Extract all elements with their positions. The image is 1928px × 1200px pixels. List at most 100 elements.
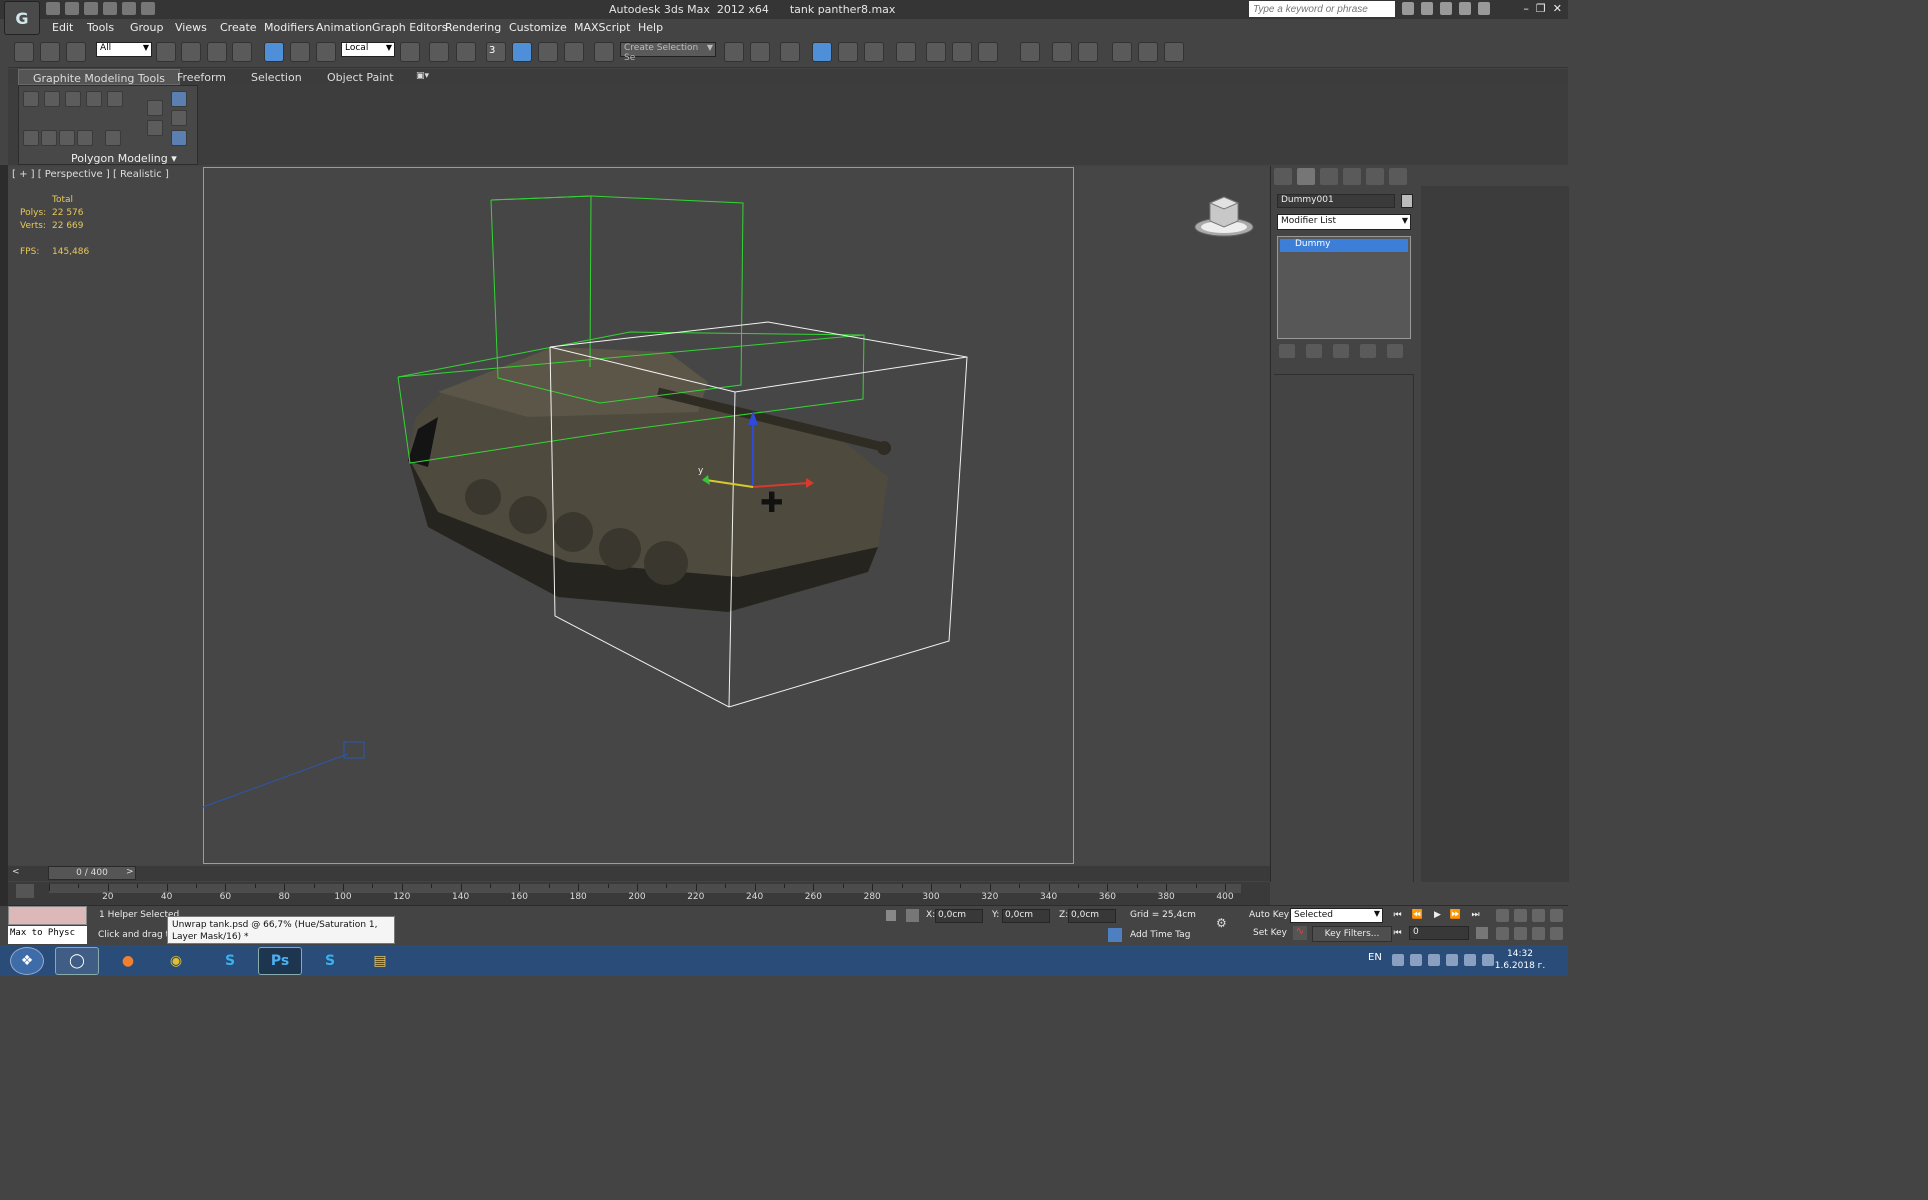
tray-expand-icon[interactable]	[1392, 954, 1404, 966]
field-of-view-icon[interactable]	[1496, 927, 1509, 940]
percent-snap-icon[interactable]	[538, 42, 558, 62]
bind-to-space-warp-icon[interactable]	[66, 42, 86, 62]
extra-tool-1-icon[interactable]	[1020, 42, 1040, 62]
align-icon[interactable]	[750, 42, 770, 62]
maxscript-listener-input[interactable]	[8, 906, 87, 925]
spinner-snap-icon[interactable]	[564, 42, 584, 62]
favorites-star-icon[interactable]	[1459, 2, 1471, 15]
tab-freeform[interactable]: Freeform	[163, 69, 240, 85]
menu-animation[interactable]: Animation	[316, 21, 372, 34]
select-and-move-icon[interactable]	[264, 42, 284, 62]
menu-customize[interactable]: Customize	[509, 21, 567, 34]
x-coord-input[interactable]: 0,0cm	[935, 909, 983, 923]
key-mode-toggle-icon[interactable]: ⏮	[1390, 927, 1405, 940]
preserve-uvs-icon[interactable]	[105, 130, 121, 146]
key-mode-dropdown[interactable]: Selected ▼	[1290, 908, 1383, 923]
menu-create[interactable]: Create	[220, 21, 257, 34]
firefox-taskbar-icon[interactable]: ●	[106, 947, 150, 975]
tab-selection[interactable]: Selection	[237, 69, 316, 85]
modify-tab-icon[interactable]	[1297, 168, 1315, 185]
unlink-selection-icon[interactable]	[40, 42, 60, 62]
schematic-view-icon[interactable]	[864, 42, 884, 62]
pin-stack-icon[interactable]	[1279, 344, 1295, 358]
border-mode-icon[interactable]	[65, 91, 81, 107]
select-object-icon[interactable]	[156, 42, 176, 62]
maximize-viewport-icon[interactable]	[1550, 927, 1563, 940]
zoom-all-icon[interactable]	[1514, 909, 1527, 922]
open-file-icon[interactable]	[65, 2, 79, 15]
set-key-button[interactable]: Set Key	[1253, 928, 1287, 938]
select-and-manipulate-icon[interactable]	[429, 42, 449, 62]
selection-lock-icon[interactable]	[886, 910, 896, 921]
mirror-icon[interactable]	[724, 42, 744, 62]
named-selection-dropdown[interactable]: Create Selection Se ▼	[620, 42, 716, 63]
element-mode-icon[interactable]	[107, 91, 123, 107]
zoom-extents-icon[interactable]	[1532, 909, 1545, 922]
menu-graph-editors[interactable]: Graph Editors	[372, 21, 448, 34]
explorer-taskbar-icon[interactable]: ▤	[358, 947, 402, 975]
time-next-button[interactable]: >	[126, 867, 134, 877]
selection-filter-dropdown[interactable]: All ▼	[96, 42, 152, 57]
window-crossing-icon[interactable]	[232, 42, 252, 62]
ribbon-extra-3-icon[interactable]	[171, 91, 187, 107]
make-unique-icon[interactable]	[1333, 344, 1349, 358]
menu-modifiers[interactable]: Modifiers	[264, 21, 314, 34]
menu-tools[interactable]: Tools	[87, 21, 114, 34]
extra-tool-6-icon[interactable]	[1164, 42, 1184, 62]
go-to-end-icon[interactable]: ⏭	[1468, 909, 1483, 922]
select-by-name-icon[interactable]	[181, 42, 201, 62]
perspective-viewport[interactable]: [ + ] [ Perspective ] [ Realistic ] Tota…	[8, 167, 1269, 865]
rectangular-selection-icon[interactable]	[207, 42, 227, 62]
3dsmax-taskbar-icon[interactable]: ◯	[55, 947, 99, 975]
render-setup-icon[interactable]	[926, 42, 946, 62]
ribbon-options-icon[interactable]: ▣▾	[416, 71, 429, 81]
menu-help[interactable]: Help	[638, 21, 663, 34]
windows-start-icon[interactable]: ❖	[10, 947, 44, 975]
subscription-icon[interactable]	[1421, 2, 1433, 15]
previous-frame-icon[interactable]: ⏪	[1410, 909, 1425, 922]
zoom-extents-all-icon[interactable]	[1550, 909, 1563, 922]
collapse-stack-icon[interactable]	[77, 130, 93, 146]
time-configuration-icon[interactable]	[1476, 927, 1488, 939]
show-end-result-icon[interactable]	[1306, 344, 1322, 358]
current-frame-input[interactable]: 0	[1409, 926, 1469, 940]
track-bar[interactable]: 20 40 60 80 100 120 140 160 180 200 220 240 260 280 30…	[8, 882, 1270, 905]
keyword-search-input[interactable]	[1249, 1, 1395, 17]
project-folder-icon[interactable]	[141, 2, 155, 15]
input-language-indicator[interactable]: EN	[1368, 952, 1382, 963]
z-coord-input[interactable]: 0,0cm	[1068, 909, 1116, 923]
time-slider[interactable]: < 0 / 400 >	[8, 866, 1270, 881]
undo-icon[interactable]	[103, 2, 117, 15]
maxscript-output[interactable]: Max to Physc	[8, 926, 87, 944]
key-filters-button[interactable]: Key Filters...	[1312, 926, 1392, 942]
hierarchy-tab-icon[interactable]	[1320, 168, 1338, 185]
menu-rendering[interactable]: Rendering	[445, 21, 501, 34]
graphite-ribbon-toggle-icon[interactable]	[812, 42, 832, 62]
render-production-icon[interactable]	[978, 42, 998, 62]
orbit-icon[interactable]	[1532, 927, 1545, 940]
angle-snap-icon[interactable]	[512, 42, 532, 62]
extra-tool-5-icon[interactable]	[1138, 42, 1158, 62]
ribbon-extra-1-icon[interactable]	[147, 100, 163, 116]
tab-object-paint[interactable]: Object Paint	[313, 69, 408, 85]
add-time-tag-button[interactable]: Add Time Tag	[1130, 930, 1190, 940]
photoshop-taskbar-icon[interactable]: Ps	[258, 947, 302, 975]
menu-group[interactable]: Group	[130, 21, 164, 34]
pivot-center-icon[interactable]	[400, 42, 420, 62]
select-and-rotate-icon[interactable]	[290, 42, 310, 62]
select-and-scale-icon[interactable]	[316, 42, 336, 62]
application-button[interactable]: G	[4, 1, 40, 35]
ribbon-extra-2-icon[interactable]	[147, 120, 163, 136]
polygon-modeling-label[interactable]: Polygon Modeling ▾	[71, 152, 177, 165]
ribbon-extra-4-icon[interactable]	[171, 110, 187, 126]
time-tag-icon[interactable]	[1108, 928, 1122, 942]
mini-curve-editor-icon[interactable]	[16, 884, 34, 898]
keyboard-shortcut-override-icon[interactable]	[456, 42, 476, 62]
auto-key-button[interactable]: Auto Key	[1249, 910, 1289, 920]
curve-editor-icon[interactable]	[838, 42, 858, 62]
tray-app-1-icon[interactable]	[1410, 954, 1422, 966]
modify-mode-icon[interactable]	[23, 130, 39, 146]
stack-item-dummy[interactable]: Dummy	[1280, 239, 1408, 252]
object-name-field[interactable]: Dummy001	[1277, 194, 1395, 208]
tray-app-2-icon[interactable]	[1428, 954, 1440, 966]
